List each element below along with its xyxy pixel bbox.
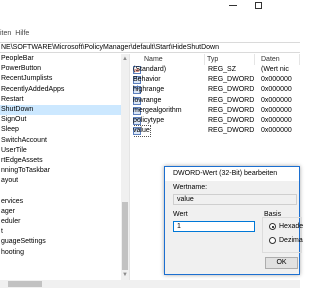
value-name-cell: (Standard) <box>133 65 205 75</box>
value-type-cell: REG_DWORD <box>208 86 255 94</box>
tree-item[interactable]: ShutDown <box>0 104 121 116</box>
tree-item[interactable]: Restart <box>0 95 121 105</box>
menu-bar: iten Hilfe <box>0 28 29 39</box>
tree-item[interactable]: hooting <box>0 248 121 258</box>
value-data-cell: 0x000000 <box>261 127 292 135</box>
horizontal-scrollbar[interactable] <box>0 280 300 288</box>
value-data-cell: 0x000000 <box>261 86 292 94</box>
edit-dword-dialog: DWORD-Wert (32-Bit) bearbeiten Wertname:… <box>164 166 303 275</box>
tree-item[interactable]: guageSettings <box>0 237 121 247</box>
value-name: mergealgorithm <box>133 106 182 114</box>
address-bar[interactable]: NE\SOFTWARE\Microsoft\PolicyManager\defa… <box>0 42 300 53</box>
tree-item[interactable]: Sleep <box>0 125 121 135</box>
value-name: lowrange <box>133 96 162 104</box>
value-data-cell: 0x000000 <box>261 106 292 114</box>
tree-item[interactable]: RecentJumplists <box>0 74 121 84</box>
value-row[interactable]: value REG_DWORD 0x000000 <box>133 125 300 138</box>
menu-item-help[interactable]: Hilfe <box>15 28 29 39</box>
value-data-cell: (Wert nic <box>261 66 289 73</box>
tree-item[interactable]: SignOut <box>0 115 121 125</box>
value-type-cell: REG_DWORD <box>208 96 255 104</box>
value-name-field: value <box>173 194 297 205</box>
tree-item[interactable]: ager <box>0 207 121 217</box>
key-tree: PeopleBar PowerButton RecentJumplists Recen… <box>0 54 121 280</box>
tree-item[interactable]: ervices <box>0 197 121 207</box>
column-header-type[interactable]: Typ <box>205 54 255 65</box>
value-type-cell: REG_DWORD <box>208 127 255 135</box>
value-type-cell: REG_SZ <box>208 66 237 73</box>
maximize-icon[interactable] <box>255 2 262 9</box>
value-name-cell: lowrange <box>133 96 205 106</box>
value-row[interactable]: lowrange REG_DWORD 0x000000 <box>133 96 300 106</box>
value-name-cell: value <box>133 125 205 138</box>
value-type-cell: REG_DWORD <box>208 106 255 114</box>
value-row[interactable]: mergealgorithm REG_DWORD 0x000000 <box>133 106 300 116</box>
ok-button[interactable]: OK <box>265 257 298 269</box>
value-name-cell: highrange <box>133 85 205 95</box>
value-row[interactable]: policytype REG_DWORD 0x000000 <box>133 116 300 126</box>
scrollbar-thumb[interactable] <box>122 202 128 270</box>
decimal-radio[interactable]: Dezima <box>269 237 303 244</box>
value-name-cell: policytype <box>133 116 205 126</box>
dialog-title: DWORD-Wert (32-Bit) bearbeiten <box>165 167 299 181</box>
tree-item[interactable]: SwitchAccount <box>0 136 121 146</box>
value-data-input[interactable]: 1 <box>173 221 255 232</box>
column-header-data[interactable]: Daten <box>255 54 300 65</box>
value-name: Behavior <box>133 76 161 84</box>
column-header-name[interactable]: Name <box>133 54 205 65</box>
value-data-cell: 0x000000 <box>261 96 292 104</box>
tree-item[interactable]: PeopleBar <box>0 54 121 64</box>
value-name-label: Wertname: <box>173 184 208 191</box>
value-type-cell: REG_DWORD <box>208 116 255 124</box>
tree-vertical-scrollbar[interactable]: ▲ ▼ <box>121 54 129 280</box>
scrollbar-thumb[interactable] <box>8 281 42 287</box>
scroll-down-icon[interactable]: ▼ <box>122 272 128 278</box>
tree-item[interactable]: ayout <box>0 176 121 186</box>
value-name: (Standard) <box>133 65 167 73</box>
radio-unchecked-icon <box>269 237 276 244</box>
scroll-up-icon[interactable]: ▲ <box>122 56 128 62</box>
value-name-cell: mergealgorithm <box>133 106 205 116</box>
value-name: highrange <box>133 86 165 94</box>
tree-item[interactable]: RecentlyAddedApps <box>0 85 121 95</box>
title-bar <box>0 0 300 11</box>
decimal-label: Dezima <box>279 237 303 244</box>
hexadecimal-radio[interactable]: Hexade <box>269 223 303 230</box>
value-row[interactable]: highrange REG_DWORD 0x000000 <box>133 85 300 95</box>
value-row[interactable]: (Standard) REG_SZ (Wert nic <box>133 65 300 75</box>
tree-item[interactable]: eduler <box>0 217 121 227</box>
tree-item[interactable]: UserTile <box>0 146 121 156</box>
value-name-cell: Behavior <box>133 75 205 85</box>
radio-checked-icon <box>269 223 276 230</box>
value-name: value <box>133 125 151 138</box>
tree-item[interactable] <box>0 258 121 268</box>
value-data-cell: 0x000000 <box>261 116 292 124</box>
tree-item[interactable] <box>0 186 121 196</box>
value-name: policytype <box>133 116 165 124</box>
value-data-label: Wert <box>173 211 188 218</box>
tree-item[interactable]: PowerButton <box>0 64 121 74</box>
tree-item[interactable]: rtEdgeAssets <box>0 156 121 166</box>
tree-item[interactable]: t <box>0 227 121 237</box>
value-row[interactable]: Behavior REG_DWORD 0x000000 <box>133 75 300 85</box>
tree-item[interactable]: nningToTaskbar <box>0 166 121 176</box>
minimize-icon[interactable] <box>229 5 237 6</box>
value-type-cell: REG_DWORD <box>208 76 255 84</box>
hexadecimal-label: Hexade <box>279 223 304 230</box>
values-header: Name Typ Daten <box>133 54 300 65</box>
dialog-body: Wertname: value Wert 1 Basis Hexade Dezi… <box>165 181 303 274</box>
value-data-cell: 0x000000 <box>261 76 292 84</box>
menu-item-edit[interactable]: iten <box>0 28 11 39</box>
